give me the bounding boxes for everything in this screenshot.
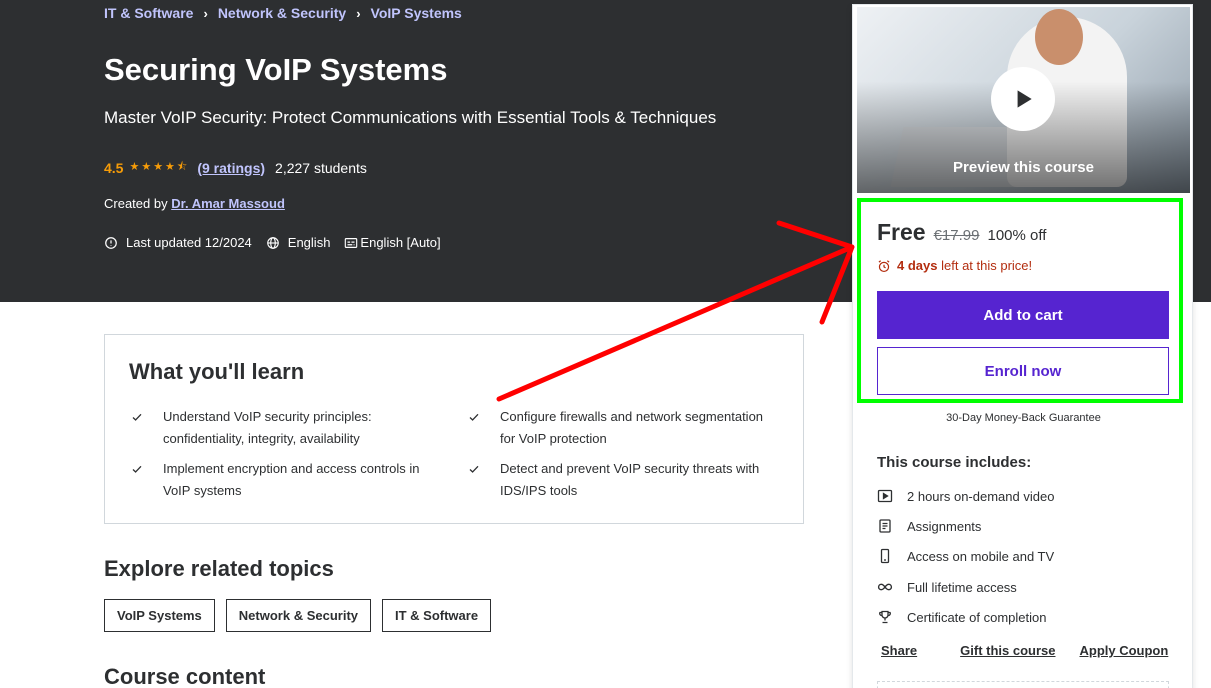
course-preview[interactable]: Preview this course bbox=[857, 7, 1190, 193]
topic-chip-it-software[interactable]: IT & Software bbox=[382, 599, 492, 632]
breadcrumb: IT & Software › Network & Security › VoI… bbox=[104, 5, 462, 21]
topic-chip-voip-systems[interactable]: VoIP Systems bbox=[104, 599, 215, 632]
what-you-will-learn: What you'll learn Understand VoIP securi… bbox=[104, 334, 804, 524]
price-deadline: 4 days left at this price! bbox=[877, 258, 1032, 273]
check-icon bbox=[469, 413, 479, 421]
course-title: Securing VoIP Systems bbox=[104, 52, 448, 87]
check-icon bbox=[132, 413, 142, 421]
play-button[interactable] bbox=[991, 67, 1055, 131]
check-icon bbox=[132, 465, 142, 473]
students-count: 2,227 students bbox=[275, 159, 367, 176]
ratings-link[interactable]: (9 ratings) bbox=[197, 160, 265, 176]
course-content-title: Course content bbox=[104, 664, 266, 688]
learn-item: Configure firewalls and network segmenta… bbox=[468, 406, 768, 450]
video-icon bbox=[877, 489, 893, 503]
include-item: Certificate of completion bbox=[877, 609, 1046, 625]
include-item: Access on mobile and TV bbox=[877, 548, 1054, 564]
discount-percent: 100% off bbox=[987, 227, 1047, 244]
include-item: Full lifetime access bbox=[877, 579, 1017, 595]
alarm-clock-icon bbox=[878, 259, 890, 272]
alert-clock-icon bbox=[105, 236, 117, 249]
deadline-text: left at this price! bbox=[941, 258, 1033, 273]
created-by-label: Created by bbox=[104, 196, 168, 211]
learn-item: Detect and prevent VoIP security threats… bbox=[468, 458, 768, 502]
play-icon bbox=[1017, 90, 1032, 108]
author-link[interactable]: Dr. Amar Massoud bbox=[171, 196, 285, 211]
current-price: Free bbox=[877, 219, 926, 245]
breadcrumb-it-software[interactable]: IT & Software bbox=[104, 5, 193, 21]
assignment-icon bbox=[879, 519, 891, 533]
language: English bbox=[266, 235, 330, 250]
captions: English [Auto] bbox=[344, 235, 441, 250]
gift-course-link[interactable]: Gift this course bbox=[960, 643, 1055, 658]
related-topics: VoIP Systems Network & Security IT & Sof… bbox=[104, 599, 492, 632]
includes-title: This course includes: bbox=[877, 454, 1032, 471]
learn-item: Implement encryption and access controls… bbox=[131, 458, 431, 502]
apply-coupon-link[interactable]: Apply Coupon bbox=[1080, 643, 1169, 658]
globe-icon bbox=[266, 236, 279, 249]
trophy-icon bbox=[879, 610, 891, 624]
purchase-card: Preview this course Free €17.99 100% off… bbox=[852, 4, 1193, 688]
breadcrumb-network-security[interactable]: Network & Security bbox=[218, 5, 346, 21]
course-meta: Last updated 12/2024 English English [Au… bbox=[104, 235, 455, 250]
infinity-icon bbox=[877, 583, 893, 591]
learn-item: Understand VoIP security principles: con… bbox=[131, 406, 431, 450]
add-to-cart-button[interactable]: Add to cart bbox=[877, 291, 1169, 339]
chevron-right-icon: › bbox=[203, 5, 208, 21]
deadline-days: 4 days bbox=[897, 258, 938, 273]
topic-chip-network-security[interactable]: Network & Security bbox=[225, 599, 371, 632]
related-topics-title: Explore related topics bbox=[104, 556, 334, 581]
created-by: Created by Dr. Amar Massoud bbox=[104, 196, 285, 211]
breadcrumb-voip-systems[interactable]: VoIP Systems bbox=[371, 5, 462, 21]
price-row: Free €17.99 100% off bbox=[877, 219, 1046, 246]
star-rating-icon: ★★★★⯪ bbox=[129, 161, 190, 173]
include-item: 2 hours on-demand video bbox=[877, 488, 1054, 504]
preview-label: Preview this course bbox=[953, 159, 1094, 176]
check-icon bbox=[469, 465, 479, 473]
card-links: Share Gift this course Apply Coupon bbox=[881, 643, 1168, 658]
original-price: €17.99 bbox=[933, 227, 980, 244]
money-back-guarantee: 30-Day Money-Back Guarantee bbox=[946, 412, 1101, 424]
share-link[interactable]: Share bbox=[881, 643, 917, 658]
course-subtitle: Master VoIP Security: Protect Communicat… bbox=[104, 108, 717, 127]
chevron-right-icon: › bbox=[356, 5, 361, 21]
rating-value: 4.5 bbox=[104, 159, 124, 176]
course-page: IT & Software › Network & Security › VoI… bbox=[0, 0, 1211, 688]
last-updated: Last updated 12/2024 bbox=[104, 235, 252, 250]
rating-row: 4.5 ★★★★⯪ (9 ratings) 2,227 students bbox=[104, 158, 367, 177]
enroll-now-button[interactable]: Enroll now bbox=[877, 347, 1169, 395]
coupon-area bbox=[877, 681, 1169, 688]
closed-captions-icon bbox=[345, 237, 358, 248]
include-item: Assignments bbox=[877, 518, 981, 534]
mobile-icon bbox=[880, 548, 890, 564]
learn-title: What you'll learn bbox=[129, 359, 305, 384]
